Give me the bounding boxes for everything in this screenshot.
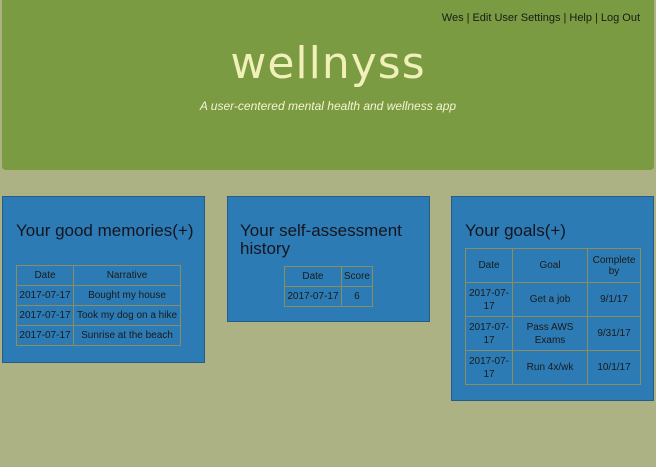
goal-name: Run 4x/wk xyxy=(512,350,588,385)
goal-complete-by: 9/1/17 xyxy=(587,282,641,317)
column-header-complete-by: Complete by xyxy=(587,248,641,283)
memory-date: 2017-07-17 xyxy=(16,325,74,346)
app-tagline: A user-centered mental health and wellne… xyxy=(199,99,457,113)
table-row: 2017-07-17 Sunrise at the beach xyxy=(16,325,181,346)
nav-separator: | xyxy=(595,12,598,24)
help-link[interactable]: Help xyxy=(569,12,592,24)
memory-date: 2017-07-17 xyxy=(16,305,74,326)
table-row: 2017-07-17 Get a job 9/1/17 xyxy=(465,282,641,317)
table-row: 2017-07-17 Took my dog on a hike xyxy=(16,305,181,326)
table-row: 2017-07-17 Run 4x/wk 10/1/17 xyxy=(465,350,641,385)
memory-narrative: Bought my house xyxy=(73,285,181,306)
goal-complete-by: 9/31/17 xyxy=(587,316,641,351)
memory-narrative: Sunrise at the beach xyxy=(73,325,181,346)
memory-date: 2017-07-17 xyxy=(16,285,74,306)
logout-link[interactable]: Log Out xyxy=(601,12,640,24)
column-header-date: Date xyxy=(465,248,513,283)
column-header-date: Date xyxy=(16,265,74,286)
self-assessment-title: Your self-assessment history xyxy=(240,221,402,258)
goal-date: 2017-07-17 xyxy=(465,316,513,351)
column-header-date: Date xyxy=(284,266,342,287)
table-header-row: Date Goal Complete by xyxy=(465,248,641,283)
column-header-goal: Goal xyxy=(512,248,588,283)
table-row: 2017-07-17 Pass AWS Exams 9/31/17 xyxy=(465,316,641,351)
app-header: Wes | Edit User Settings | Help | Log Out well… xyxy=(2,0,654,170)
goal-date: 2017-07-17 xyxy=(465,350,513,385)
goals-card: Your goals(+) Date Goal Complete by 2017… xyxy=(451,196,654,401)
assessment-date: 2017-07-17 xyxy=(284,286,342,307)
goal-date: 2017-07-17 xyxy=(465,282,513,317)
self-assessment-card: Your self-assessment history Date Score … xyxy=(227,196,430,322)
edit-user-settings-link[interactable]: Edit User Settings xyxy=(472,12,560,24)
table-header-row: Date Narrative xyxy=(16,265,181,286)
add-memory-link[interactable]: (+) xyxy=(172,221,193,240)
goals-title-text: Your goals xyxy=(465,221,545,240)
assessment-table: Date Score 2017-07-17 6 xyxy=(284,266,374,307)
column-header-narrative: Narrative xyxy=(73,265,181,286)
goal-name: Pass AWS Exams xyxy=(512,316,588,351)
table-row: 2017-07-17 Bought my house xyxy=(16,285,181,306)
table-row: 2017-07-17 6 xyxy=(284,286,374,307)
memories-table: Date Narrative 2017-07-17 Bought my hous… xyxy=(16,265,181,346)
memory-narrative: Took my dog on a hike xyxy=(73,305,181,326)
username-link[interactable]: Wes xyxy=(442,12,464,24)
table-header-row: Date Score xyxy=(284,266,374,287)
add-goal-link[interactable]: (+) xyxy=(545,221,566,240)
good-memories-title: Your good memories(+) xyxy=(16,222,196,240)
goals-table: Date Goal Complete by 2017-07-17 Get a j… xyxy=(465,248,641,385)
good-memories-card: Your good memories(+) Date Narrative 201… xyxy=(2,196,205,363)
goal-name: Get a job xyxy=(512,282,588,317)
user-nav: Wes | Edit User Settings | Help | Log Out xyxy=(442,12,640,24)
good-memories-title-text: Your good memories xyxy=(16,221,173,240)
app-logo-text: wellnyss xyxy=(230,38,426,89)
assessment-score: 6 xyxy=(340,286,374,307)
goal-complete-by: 10/1/17 xyxy=(587,350,641,385)
goals-title: Your goals(+) xyxy=(465,222,645,240)
column-header-score: Score xyxy=(340,266,374,287)
